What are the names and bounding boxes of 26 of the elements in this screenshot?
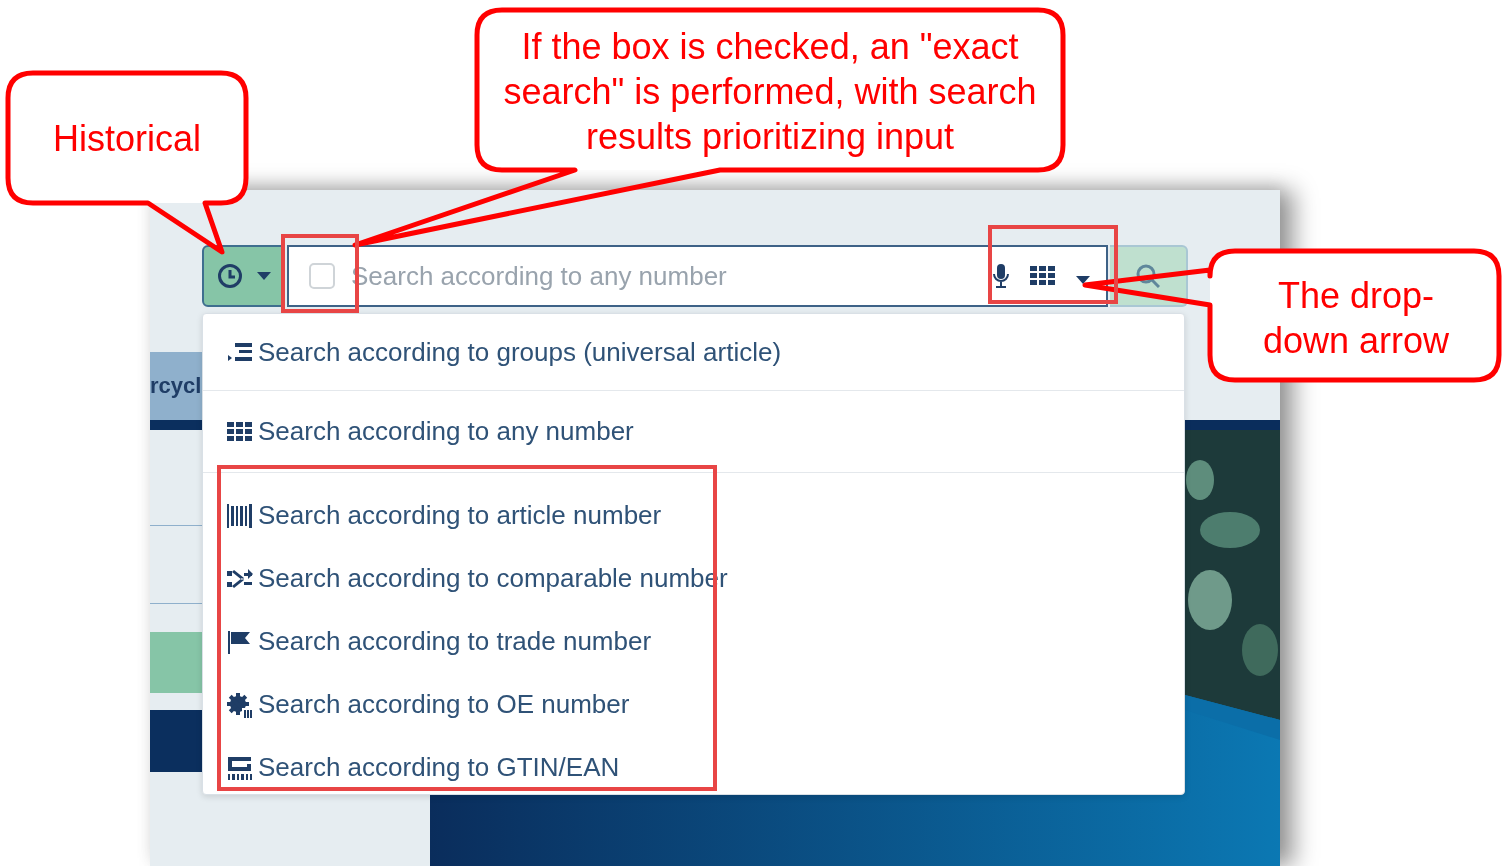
exact-search-checkbox[interactable] <box>309 263 335 289</box>
sidebar-block <box>150 632 202 693</box>
menu-item[interactable]: Search according to trade number <box>203 610 1184 673</box>
gear-icon <box>226 691 254 718</box>
search-icon <box>1136 264 1160 288</box>
menu-item[interactable]: Search according to OE number <box>203 673 1184 736</box>
menu-item[interactable]: Search according to any number <box>203 391 1184 472</box>
barcode-icon <box>226 502 254 529</box>
list-icon <box>226 341 254 363</box>
callout-text: Historical <box>52 117 202 161</box>
microphone-icon[interactable] <box>992 263 1010 289</box>
menu-item[interactable]: Search according to GTIN/EAN <box>203 736 1184 799</box>
grid-icon[interactable] <box>1030 266 1056 286</box>
sidebar-block <box>150 710 202 772</box>
callout-text: If the box is checked, an "exact search" is performed, with search results prioritizing input <box>502 25 1038 159</box>
dropdown-arrow-icon[interactable] <box>1076 276 1090 284</box>
grid-icon <box>226 420 254 443</box>
clock-icon <box>216 263 243 289</box>
sidebar-tab[interactable]: rcycl <box>150 352 202 420</box>
caret-icon <box>256 272 271 280</box>
menu-item[interactable]: Search according to groups (universal article) <box>203 314 1184 390</box>
arrows-icon <box>226 566 254 591</box>
gtin-icon <box>226 754 254 781</box>
menu-item[interactable]: Search according to article number <box>203 484 1184 547</box>
header-bar <box>150 420 202 430</box>
callout-text: The drop-down arrow <box>1261 274 1451 363</box>
